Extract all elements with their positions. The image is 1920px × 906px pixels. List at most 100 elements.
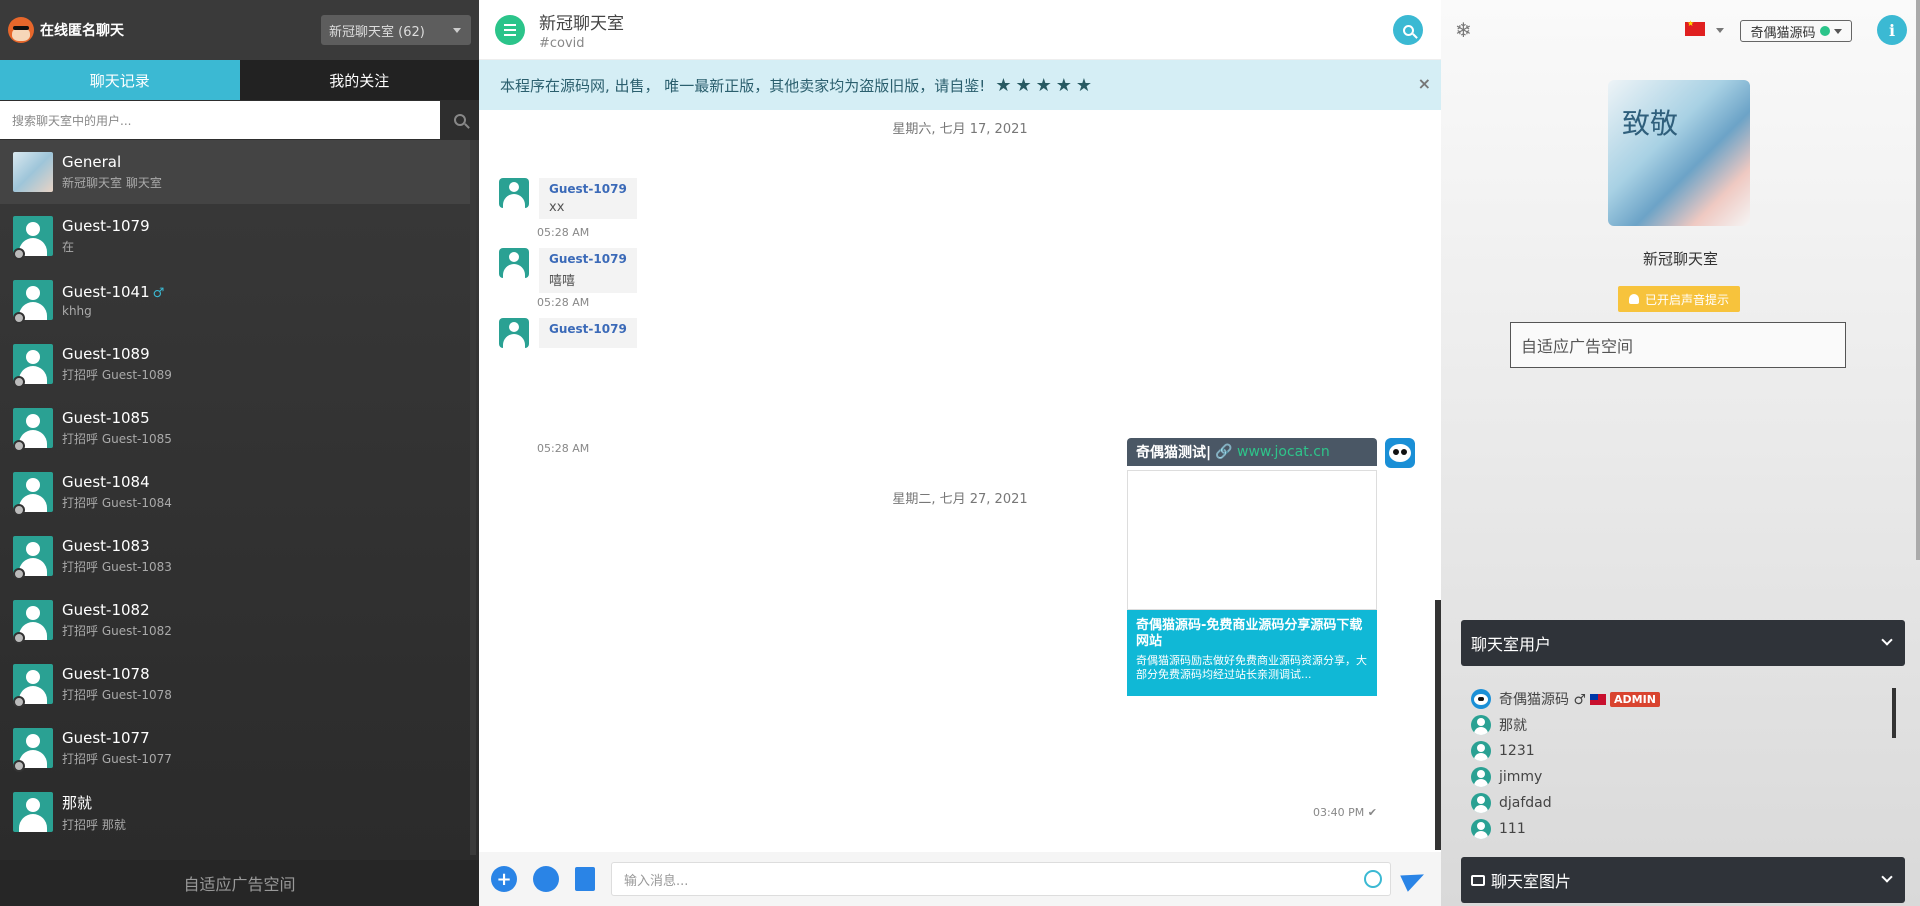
user-name: jimmy (1499, 769, 1543, 785)
link-preview-card[interactable]: 奇偶猫源码-免费商业源码分享源码下载网站 奇偶猫源码励志做好免费商业源码资源分享… (1127, 610, 1377, 696)
chat-item-preview: 打招呼 Guest-1082 (62, 624, 172, 638)
chat-item[interactable]: Guest-1085 打招呼 Guest-1085 (0, 396, 476, 460)
chat-item-name: Guest-1083 (62, 537, 150, 555)
chat-item[interactable]: Guest-1078 打招呼 Guest-1078 (0, 652, 476, 716)
status-dot (13, 632, 25, 644)
search-input[interactable]: 搜索聊天室中的用户... (0, 101, 440, 139)
menu-button[interactable] (495, 14, 525, 45)
user-row[interactable]: jimmy (1471, 764, 1891, 790)
user-row[interactable]: 111 (1471, 816, 1891, 842)
message-author[interactable]: Guest-1079 (549, 322, 627, 336)
sound-toggle-button[interactable]: 已开启声音提示 (1618, 286, 1740, 312)
user-avatar-icon (1471, 741, 1491, 761)
chat-list-scrollbar[interactable] (470, 140, 476, 855)
user-menu-button[interactable]: 奇偶猫源码 (1740, 20, 1852, 42)
chat-item[interactable]: Guest-1084 打招呼 Guest-1084 (0, 460, 476, 524)
message-input-placeholder: 输入消息... (624, 873, 689, 889)
room-select[interactable]: 新冠聊天室 (62) (321, 15, 471, 45)
room-picture: 致敬 (1608, 80, 1750, 226)
add-button[interactable]: + (491, 866, 517, 892)
sound-toggle-label: 已开启声音提示 (1644, 292, 1729, 307)
image-upload-icon[interactable] (575, 867, 595, 891)
chat-item-name: Guest-1085 (62, 409, 150, 427)
chat-item-preview: 打招呼 Guest-1078 (62, 688, 172, 702)
users-panel-header[interactable]: 聊天室用户 (1461, 620, 1905, 666)
right-ad-space: 自适应广告空间 (1510, 322, 1846, 368)
left-ad-space: 自适应广告空间 (0, 860, 479, 906)
room-tag: #covid (539, 35, 585, 51)
user-row[interactable]: 奇偶猫源码 ♂ ADMIN (1471, 686, 1891, 712)
user-row[interactable]: djafdad (1471, 790, 1891, 816)
user-avatar-icon (1471, 767, 1491, 787)
chat-item-name: Guest-1089 (62, 345, 150, 363)
chat-item-name: Guest-1079 (62, 217, 150, 235)
user-row[interactable]: 那就 (1471, 712, 1891, 738)
bell-icon (1628, 294, 1639, 304)
panda-avatar-icon (1471, 689, 1491, 709)
chat-item-name: Guest-1084 (62, 473, 150, 491)
app-title: 在线匿名聊天 (40, 23, 124, 39)
user-name: 那就 (1499, 718, 1527, 734)
emoji-icon[interactable] (1364, 870, 1382, 888)
link[interactable]: 🔗 www.jocat.cn (1215, 444, 1330, 460)
right-scrollbar[interactable] (1916, 0, 1920, 560)
chat-item[interactable]: Guest-1089 打招呼 Guest-1089 (0, 332, 476, 396)
message: Guest-1079 嘻嘻 (499, 248, 637, 293)
chat-item-preview: 打招呼 Guest-1077 (62, 752, 172, 766)
user-menu-label: 奇偶猫源码 (1750, 25, 1816, 41)
chat-item[interactable]: Guest-1083 打招呼 Guest-1083 (0, 524, 476, 588)
chat-item-name: Guest-1041 (62, 282, 150, 301)
user-avatar-icon (1471, 793, 1491, 813)
send-icon[interactable] (1401, 866, 1427, 892)
images-panel-header[interactable]: 聊天室图片 (1461, 857, 1905, 903)
tab-chat-history[interactable]: 聊天记录 (0, 60, 240, 100)
user-name: djafdad (1499, 795, 1552, 811)
rich-message: 奇偶猫测试| 🔗 www.jocat.cn 奇偶猫源码-免费商业源码分享源码下载… (1127, 438, 1415, 696)
user-name: 1231 (1499, 743, 1535, 759)
panda-avatar-icon (1385, 438, 1415, 468)
chat-header: 新冠聊天室 #covid (479, 0, 1441, 60)
chat-item[interactable]: Guest-1079 在 (0, 204, 476, 268)
message-time: 05:28 AM (537, 442, 590, 455)
search-button[interactable] (440, 100, 479, 140)
snowflake-icon[interactable]: ❄ (1455, 18, 1472, 42)
flag-icon (1590, 693, 1607, 705)
notice-text: 本程序在源码网, 出售， 唯一最新正版，其他卖家均为盗版旧版，请自鉴! (500, 76, 986, 95)
message-author[interactable]: Guest-1079 (549, 182, 627, 196)
close-icon[interactable]: × (1418, 74, 1431, 93)
user-avatar-icon (499, 178, 529, 208)
room-name: 新冠聊天室 (1642, 250, 1718, 268)
chat-item[interactable]: 那就 打招呼 那就 (0, 780, 476, 844)
chevron-down-icon (1881, 871, 1893, 883)
link-preview-image[interactable] (1127, 470, 1377, 610)
left-sidebar: 在线匿名聊天 新冠聊天室 (62) 聊天记录 我的关注 搜索聊天室中的用户...… (0, 0, 479, 906)
chat-item[interactable]: Guest-1082 打招呼 Guest-1082 (0, 588, 476, 652)
search-icon (453, 114, 466, 126)
message-time: 05:28 AM (537, 226, 590, 239)
search-icon (1402, 24, 1414, 36)
message-input[interactable]: 输入消息... (611, 862, 1391, 896)
status-dot (13, 376, 25, 388)
message-author[interactable]: Guest-1079 (549, 252, 627, 266)
room-avatar (13, 152, 53, 192)
message: Guest-1079 (499, 318, 637, 348)
info-button[interactable]: i (1877, 15, 1907, 45)
sticker-icon[interactable] (533, 866, 559, 892)
chat-item-name: Guest-1082 (62, 601, 150, 619)
message-search-button[interactable] (1393, 15, 1423, 45)
right-header: ❄ 奇偶猫源码 i (1441, 0, 1920, 60)
user-row[interactable]: 1231 (1471, 738, 1891, 764)
message: Guest-1079 xx (499, 178, 637, 219)
chat-item[interactable]: Guest-1077 打招呼 Guest-1077 (0, 716, 476, 780)
china-flag-icon[interactable] (1685, 19, 1705, 36)
chat-item[interactable]: Guest-1041 ♂ khhg (0, 268, 476, 332)
tab-following[interactable]: 我的关注 (239, 60, 479, 100)
chat-main: 新冠聊天室 #covid 本程序在源码网, 出售， 唯一最新正版，其他卖家均为盗… (479, 0, 1441, 906)
preview-title: 奇偶猫源码-免费商业源码分享源码下载网站 (1136, 618, 1363, 649)
message-text: 嘻嘻 (549, 274, 576, 289)
chevron-down-icon[interactable] (1716, 28, 1724, 33)
user-list-scrollbar[interactable] (1892, 688, 1896, 738)
message-author[interactable]: 奇偶猫测试| (1136, 442, 1211, 462)
chevron-down-icon (1881, 634, 1893, 646)
chat-item-general[interactable]: General 新冠聊天室 聊天室 (0, 140, 476, 204)
